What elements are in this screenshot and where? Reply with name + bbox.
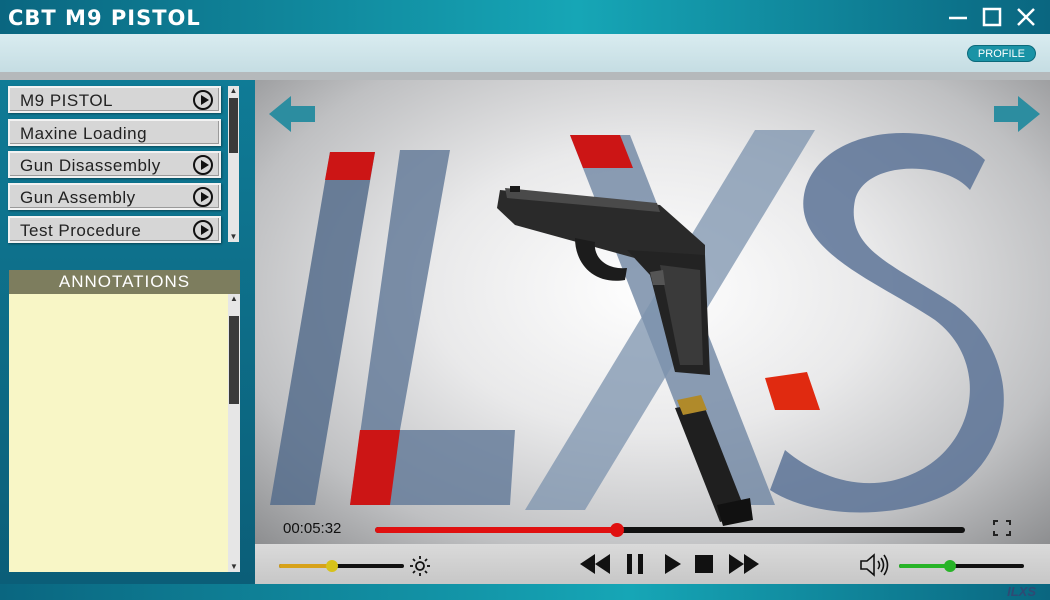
- brightness-fill: [279, 564, 332, 568]
- fast-forward-icon[interactable]: [729, 554, 759, 574]
- red-accent: [325, 152, 375, 180]
- play-circle-icon[interactable]: [193, 220, 213, 240]
- menu-item-gun-disassembly[interactable]: Gun Disassembly: [8, 151, 221, 178]
- app-title: CBT M9 PISTOL: [8, 6, 201, 30]
- back-arrow-icon[interactable]: [267, 94, 319, 134]
- minimize-icon[interactable]: [946, 6, 970, 28]
- red-accent: [765, 372, 820, 410]
- profile-button[interactable]: PROFILE: [966, 45, 1036, 62]
- brightness-knob[interactable]: [325, 560, 338, 572]
- sidebar: M9 PISTOL Maxine Loading Gun Disassembly…: [0, 80, 255, 584]
- play-circle-icon[interactable]: [193, 187, 213, 207]
- annotations-scrollbar[interactable]: ▲ ▼: [228, 294, 240, 572]
- menu-item-gun-assembly[interactable]: Gun Assembly: [8, 183, 221, 210]
- menu-item-label: Test Procedure: [20, 221, 142, 240]
- menu-scrollbar[interactable]: ▲ ▼: [228, 86, 239, 242]
- progress-knob[interactable]: [609, 523, 624, 537]
- volume-slider[interactable]: [899, 560, 1024, 572]
- close-icon[interactable]: [1014, 6, 1038, 28]
- scroll-up-icon[interactable]: ▲: [229, 86, 238, 96]
- scroll-thumb[interactable]: [229, 316, 239, 404]
- volume-knob[interactable]: [944, 560, 957, 572]
- maximize-icon[interactable]: [980, 6, 1004, 28]
- current-time: 00:05:32: [283, 520, 342, 537]
- title-bar: CBT M9 PISTOL: [0, 0, 1050, 34]
- menu-item-label: Gun Disassembly: [20, 156, 161, 175]
- footer-bar: ILXS: [0, 584, 1050, 600]
- pause-icon[interactable]: [626, 554, 644, 574]
- brightness-icon[interactable]: [409, 555, 431, 577]
- scroll-thumb[interactable]: [229, 98, 238, 153]
- menu-item-test-procedure[interactable]: Test Procedure: [8, 216, 221, 243]
- play-circle-icon[interactable]: [193, 90, 213, 110]
- brand-logo: ILXS: [1007, 584, 1036, 599]
- menu-item-label: M9 PISTOL: [20, 91, 113, 110]
- menu-item-m9-pistol[interactable]: M9 PISTOL: [8, 86, 221, 113]
- pistol-image: [497, 186, 710, 375]
- scroll-down-icon[interactable]: ▼: [229, 562, 239, 572]
- play-circle-icon[interactable]: [193, 155, 213, 175]
- menu-item-maxine-loading[interactable]: Maxine Loading: [8, 119, 221, 146]
- watermark-letter: [770, 132, 1004, 513]
- progress-fill: [375, 527, 617, 533]
- scroll-down-icon[interactable]: ▼: [229, 232, 238, 242]
- scroll-up-icon[interactable]: ▲: [229, 294, 239, 304]
- play-icon[interactable]: [665, 554, 681, 574]
- menu-item-label: Maxine Loading: [20, 124, 148, 143]
- stop-icon[interactable]: [695, 555, 713, 573]
- controls-bar: [255, 544, 1050, 584]
- volume-fill: [899, 564, 951, 568]
- fullscreen-icon[interactable]: [993, 520, 1011, 536]
- menu-item-label: Gun Assembly: [20, 188, 136, 207]
- profile-bar: PROFILE: [0, 34, 1050, 72]
- volume-icon[interactable]: [860, 553, 892, 577]
- brightness-slider[interactable]: [279, 560, 404, 572]
- progress-bar[interactable]: [375, 523, 965, 537]
- video-frame: [270, 130, 1004, 526]
- video-player[interactable]: 00:05:32: [255, 80, 1050, 544]
- rewind-icon[interactable]: [580, 554, 610, 574]
- annotations-header: ANNOTATIONS: [9, 270, 240, 294]
- divider: [0, 72, 1050, 80]
- annotations-textarea[interactable]: [9, 294, 228, 572]
- forward-arrow-icon[interactable]: [990, 94, 1042, 134]
